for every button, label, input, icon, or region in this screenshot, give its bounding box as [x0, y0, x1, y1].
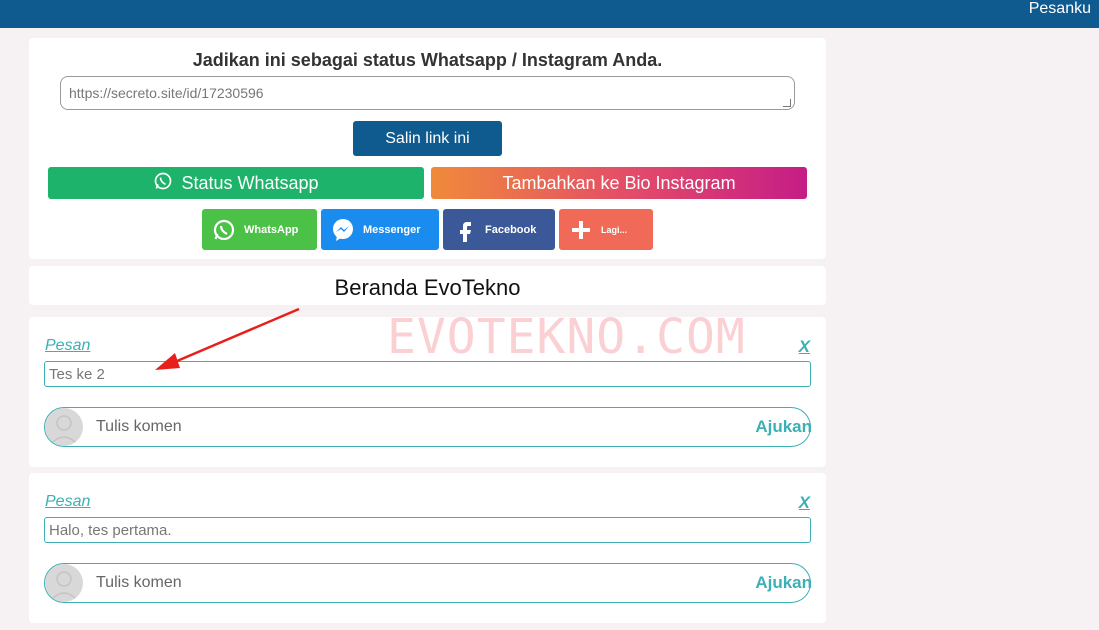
- red-arrow-annotation: [155, 307, 300, 370]
